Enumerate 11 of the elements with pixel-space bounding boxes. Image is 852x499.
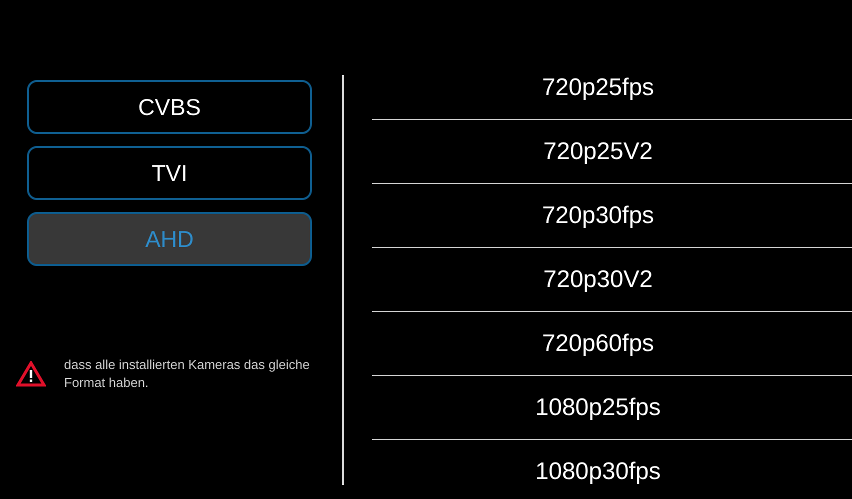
signal-type-button[interactable]: TVI [27, 146, 312, 200]
format-option[interactable]: 720p30V2 [543, 262, 653, 298]
signal-type-button[interactable]: CVBS [27, 80, 312, 134]
format-option[interactable]: 720p60fps [542, 326, 654, 362]
format-option[interactable]: 720p30fps [542, 198, 654, 234]
format-option[interactable]: 1080p25fps [535, 390, 661, 426]
warning-icon [16, 361, 46, 387]
format-option[interactable]: 720p25fps [542, 70, 654, 106]
warning-text: dass alle installierten Kameras das gleiche Format haben. [64, 356, 311, 392]
format-option[interactable]: 1080p30fps [535, 454, 661, 490]
format-option[interactable]: 720p25V2 [543, 134, 653, 170]
